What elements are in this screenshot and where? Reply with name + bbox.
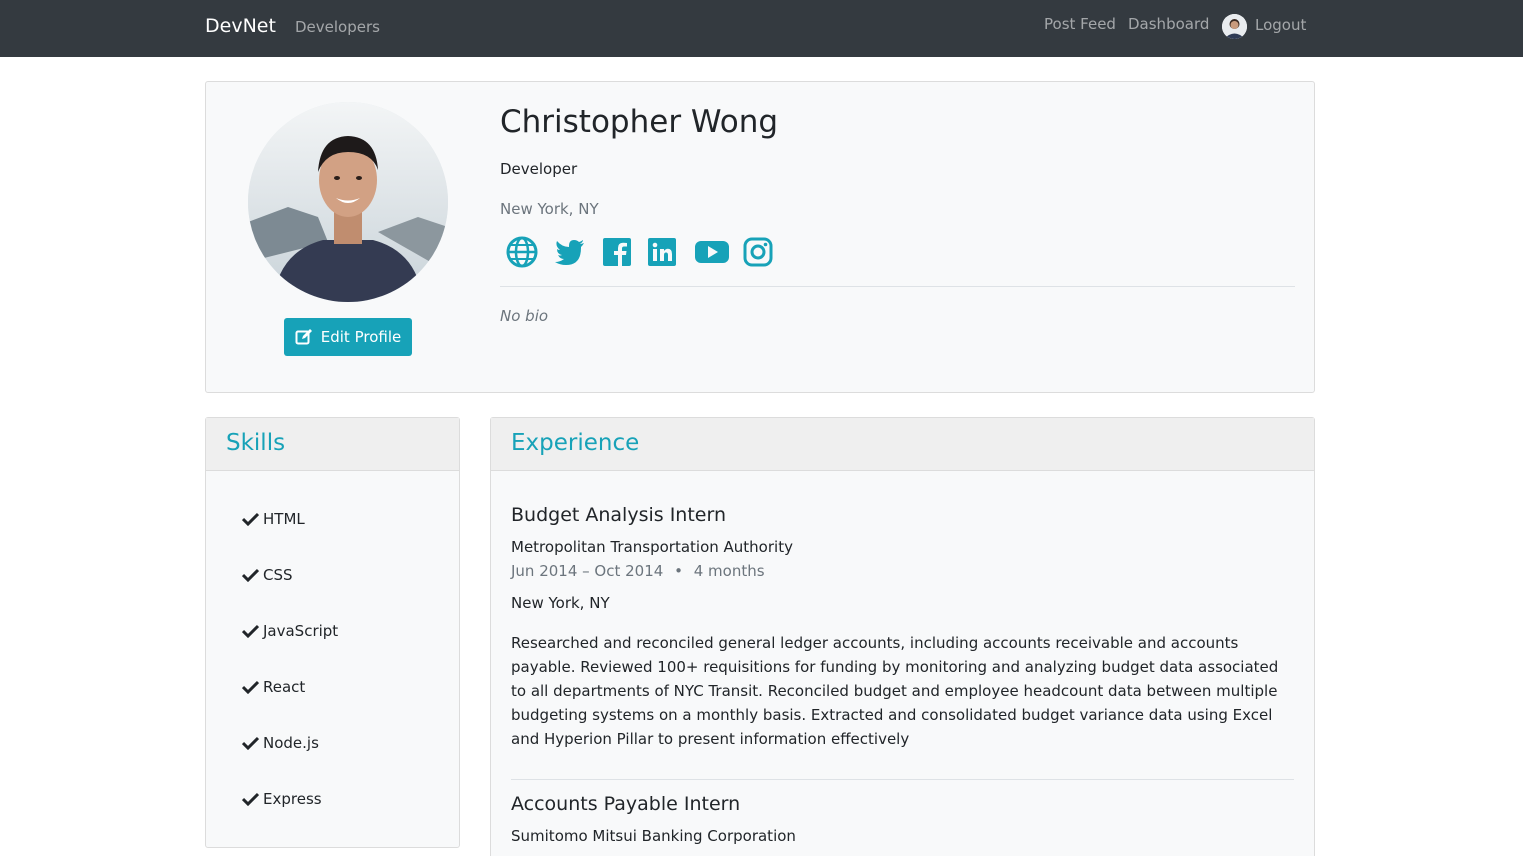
skill-label: CSS	[263, 566, 293, 584]
skills-title: Skills	[226, 430, 286, 456]
twitter-icon[interactable]	[554, 236, 586, 268]
profile-card: Edit Profile Christopher Wong Developer …	[205, 81, 1315, 393]
check-icon	[242, 736, 259, 750]
skill-label: HTML	[263, 510, 305, 528]
profile-divider	[500, 286, 1295, 287]
skill-label: Node.js	[263, 734, 319, 752]
skill-label: JavaScript	[263, 622, 339, 640]
skill-item: Node.js	[242, 734, 319, 752]
skill-item: HTML	[242, 510, 305, 528]
check-icon	[242, 568, 259, 582]
profile-bio: No bio	[500, 307, 549, 325]
skills-card: Skills HTML CSS JavaScript React Node.js…	[205, 417, 460, 848]
skill-item: Express	[242, 790, 322, 808]
edit-profile-button[interactable]: Edit Profile	[284, 318, 412, 356]
experience-location: New York, NY	[511, 594, 610, 612]
nav-dashboard-link[interactable]: Dashboard	[1128, 15, 1209, 33]
check-icon	[242, 512, 259, 526]
nav-user-avatar-icon[interactable]	[1222, 14, 1247, 39]
experience-company: Sumitomo Mitsui Banking Corporation	[511, 827, 796, 845]
experience-divider	[511, 779, 1294, 780]
check-icon	[242, 680, 259, 694]
experience-job-title: Accounts Payable Intern	[511, 793, 741, 815]
experience-duration: 4 months	[693, 562, 765, 580]
instagram-icon[interactable]	[742, 236, 774, 268]
youtube-icon[interactable]	[694, 236, 730, 268]
navbar: DevNet Developers Post Feed Dashboard Lo…	[0, 0, 1523, 57]
nav-developers-link[interactable]: Developers	[295, 18, 380, 36]
check-icon	[242, 792, 259, 806]
experience-dates: Jun 2014 – Oct 2014 • 4 months	[511, 562, 765, 580]
experience-company: Metropolitan Transportation Authority	[511, 538, 793, 556]
profile-name: Christopher Wong	[500, 104, 779, 140]
experience-date-range: Jun 2014 – Oct 2014	[511, 562, 664, 580]
skills-header: Skills	[206, 418, 459, 471]
profile-location: New York, NY	[500, 200, 599, 218]
skill-item: React	[242, 678, 305, 696]
facebook-icon[interactable]	[601, 236, 633, 268]
edit-icon	[295, 329, 312, 345]
skill-item: JavaScript	[242, 622, 338, 640]
experience-title: Experience	[511, 430, 640, 456]
nav-logout-link[interactable]: Logout	[1255, 16, 1306, 34]
check-icon	[242, 624, 259, 638]
linkedin-icon[interactable]	[646, 236, 678, 268]
brand-logo[interactable]: DevNet	[205, 15, 276, 37]
experience-description: Researched and reconciled general ledger…	[511, 634, 1279, 748]
skill-label: React	[263, 678, 306, 696]
edit-profile-label: Edit Profile	[320, 328, 402, 346]
profile-status: Developer	[500, 160, 578, 178]
skill-label: Express	[263, 790, 322, 808]
skill-item: CSS	[242, 566, 293, 584]
globe-icon[interactable]	[506, 236, 538, 268]
profile-avatar	[248, 102, 448, 302]
experience-card: Experience Budget Analysis Intern Metrop…	[490, 417, 1315, 856]
experience-job-title: Budget Analysis Intern	[511, 504, 727, 526]
experience-header: Experience	[491, 418, 1314, 471]
nav-post-feed-link[interactable]: Post Feed	[1044, 15, 1116, 33]
